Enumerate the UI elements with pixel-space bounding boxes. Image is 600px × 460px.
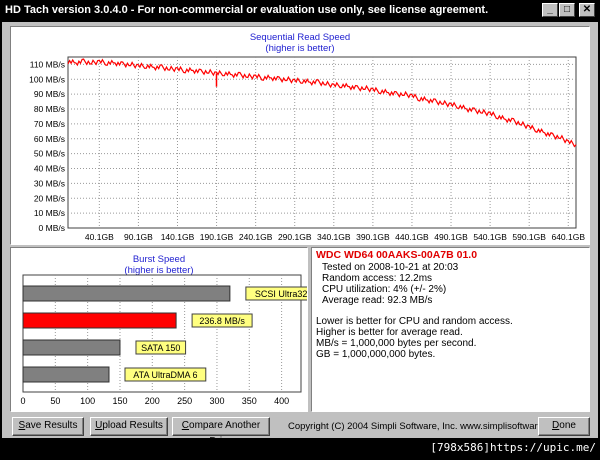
x-tick-label: 540.1GB bbox=[473, 232, 507, 242]
x-tick-label: 290.1GB bbox=[278, 232, 312, 242]
burst-tick-label: 150 bbox=[112, 396, 127, 406]
random-access: Random access: 12.2ms bbox=[322, 273, 433, 284]
burst-tick-label: 250 bbox=[177, 396, 192, 406]
watermark: [798x586]https://upic.me/ bbox=[430, 441, 596, 454]
burst-bar-label: ATA UltraDMA 6 bbox=[133, 370, 197, 380]
x-tick-label: 340.1GB bbox=[317, 232, 351, 242]
minimize-button[interactable]: _ bbox=[542, 3, 558, 17]
upload-results-button[interactable]: Upload Results bbox=[90, 417, 168, 436]
x-tick-label: 440.1GB bbox=[395, 232, 429, 242]
save-results-button[interactable]: Save Results bbox=[12, 417, 84, 436]
drive-name: WDC WD64 00AAKS-00A7B 01.0 bbox=[316, 249, 478, 261]
y-tick-label: 30 MB/s bbox=[34, 178, 65, 188]
y-tick-label: 0 MB/s bbox=[39, 223, 65, 233]
x-tick-label: 240.1GB bbox=[239, 232, 273, 242]
tested-date: Tested on 2008-10-21 at 20:03 bbox=[322, 262, 459, 273]
burst-bar-label: 236.8 MB/s bbox=[199, 316, 245, 326]
done-button[interactable]: Done bbox=[538, 417, 590, 436]
x-tick-label: 490.1GB bbox=[434, 232, 468, 242]
burst-tick-label: 100 bbox=[80, 396, 95, 406]
x-tick-label: 90.1GB bbox=[124, 232, 153, 242]
x-tick-label: 640.1GB bbox=[551, 232, 585, 242]
burst-bar-label: SCSI Ultra320 bbox=[255, 289, 307, 299]
title-bar: HD Tach version 3.0.4.0 - For non-commer… bbox=[0, 0, 600, 22]
burst-bar bbox=[22, 312, 177, 329]
cpu-utilization: CPU utilization: 4% (+/- 2%) bbox=[322, 284, 447, 295]
y-tick-label: 60 MB/s bbox=[34, 134, 65, 144]
burst-bar bbox=[22, 285, 231, 302]
note-gb-definition: GB = 1,000,000,000 bytes. bbox=[316, 349, 436, 360]
y-tick-label: 70 MB/s bbox=[34, 119, 65, 129]
y-tick-label: 10 MB/s bbox=[34, 208, 65, 218]
x-tick-label: 40.1GB bbox=[85, 232, 114, 242]
read-speed-chart: 0 MB/s 10 MB/s 20 MB/s 30 MB/s 40 MB/s 50 MB/… bbox=[29, 56, 585, 242]
y-tick-label: 20 MB/s bbox=[34, 193, 65, 203]
note-higher-better: Higher is better for average read. bbox=[316, 327, 463, 338]
note-mbs-definition: MB/s = 1,000,000 bytes per second. bbox=[316, 338, 477, 349]
window-title: HD Tach version 3.0.4.0 - For non-commer… bbox=[5, 4, 489, 16]
x-tick-label: 590.1GB bbox=[512, 232, 546, 242]
y-tick-label: 110 MB/s bbox=[30, 59, 65, 69]
x-tick-label: 140.1GB bbox=[161, 232, 195, 242]
note-lower-better: Lower is better for CPU and random acces… bbox=[316, 316, 513, 327]
burst-speed-chart: 0 50 100 150 200 250 300 350 400 SCSI Ultra320 236… bbox=[20, 274, 307, 406]
x-tick-label: 190.1GB bbox=[200, 232, 234, 242]
y-tick-label: 80 MB/s bbox=[34, 104, 65, 114]
close-button[interactable]: ✕ bbox=[579, 3, 595, 17]
burst-tick-label: 200 bbox=[145, 396, 160, 406]
y-tick-label: 50 MB/s bbox=[34, 149, 65, 159]
y-tick-label: 40 MB/s bbox=[34, 164, 65, 174]
burst-chart-panel: Burst Speed (higher is better) 0 50 100 150… bbox=[10, 247, 308, 412]
burst-tick-label: 400 bbox=[274, 396, 289, 406]
burst-bar-label: SATA 150 bbox=[141, 343, 180, 353]
info-panel: WDC WD64 00AAKS-00A7B 01.0 Tested on 200… bbox=[311, 247, 590, 412]
maximize-button[interactable]: □ bbox=[559, 3, 575, 17]
y-tick-label: 90 MB/s bbox=[34, 89, 65, 99]
average-read: Average read: 92.3 MB/s bbox=[322, 295, 433, 306]
read-chart-panel: Sequential Read Speed (higher is better)… bbox=[10, 26, 590, 245]
app-window: Sequential Read Speed (higher is better)… bbox=[2, 22, 598, 447]
burst-bar bbox=[22, 366, 110, 383]
burst-tick-label: 350 bbox=[242, 396, 257, 406]
burst-tick-label: 300 bbox=[209, 396, 224, 406]
copyright-text: Copyright (C) 2004 Simpli Software, Inc.… bbox=[288, 421, 564, 432]
compare-drive-button[interactable]: Compare Another Drive bbox=[172, 417, 270, 447]
y-tick-label: 100 MB/s bbox=[29, 74, 65, 84]
burst-tick-label: 0 bbox=[20, 396, 25, 406]
burst-bar bbox=[22, 339, 121, 356]
burst-tick-label: 50 bbox=[50, 396, 60, 406]
x-tick-label: 390.1GB bbox=[356, 232, 390, 242]
